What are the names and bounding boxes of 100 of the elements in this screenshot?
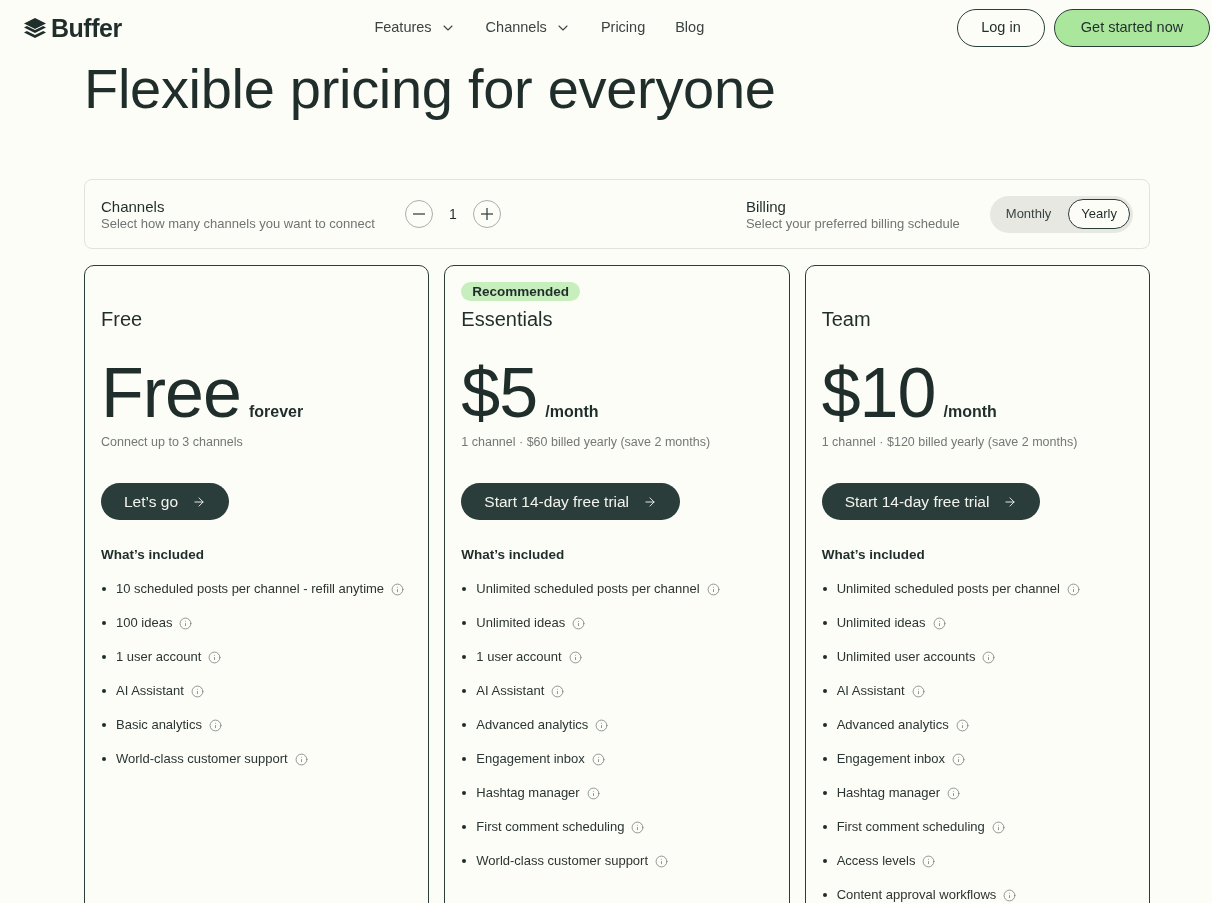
arrow-right-icon — [643, 494, 658, 509]
bullet-icon — [822, 825, 827, 829]
info-icon[interactable] — [595, 718, 609, 732]
info-icon[interactable] — [955, 718, 969, 732]
plan-price: $5 — [461, 362, 538, 424]
info-icon[interactable] — [947, 786, 960, 800]
bullet-icon — [102, 621, 106, 625]
bullet-icon — [822, 859, 827, 863]
feature-text: AI Assistant — [836, 682, 905, 701]
included-heading: What’s included — [461, 547, 565, 563]
billing-option[interactable]: Yearly — [1068, 199, 1130, 229]
feature-text: AI Assistant — [476, 682, 545, 701]
plan-note: 1 channel · $60 billed yearly (save 2 months) — [461, 435, 711, 449]
channel-count: 1 — [448, 204, 458, 224]
bullet-icon — [462, 825, 467, 829]
bullet-icon — [102, 757, 106, 761]
feature-text: Unlimited user accounts — [836, 648, 976, 667]
plan-price: $10 — [821, 362, 936, 424]
info-icon[interactable] — [591, 752, 605, 766]
channels-label: Channels — [101, 196, 166, 216]
billing-label: Billing — [745, 196, 787, 216]
included-heading: What’s included — [821, 547, 925, 563]
bullet-icon — [462, 655, 467, 659]
feature-text: Unlimited ideas — [476, 614, 566, 633]
info-icon[interactable] — [631, 820, 645, 834]
get-started-button[interactable]: Get started now — [1054, 9, 1210, 47]
feature-text: Unlimited scheduled posts per channel — [476, 580, 700, 599]
nav-link[interactable]: Blog — [675, 17, 705, 39]
decrement-button[interactable] — [404, 200, 433, 228]
plan-cta-button[interactable]: Let’s go — [101, 483, 229, 520]
minus-icon — [404, 200, 433, 228]
bullet-icon — [822, 621, 827, 625]
increment-button[interactable] — [472, 200, 501, 228]
login-button[interactable]: Log in — [957, 9, 1045, 47]
feature-text: Advanced analytics — [476, 716, 589, 735]
logo-wordmark[interactable]: Buffer — [51, 13, 122, 43]
bullet-icon — [822, 655, 827, 659]
feature-text: 1 user account — [116, 648, 202, 667]
bullet-icon — [462, 791, 467, 795]
arrow-right-icon — [192, 494, 206, 509]
info-icon[interactable] — [706, 582, 720, 596]
feature-text: First comment scheduling — [836, 818, 985, 837]
bullet-icon — [822, 893, 827, 897]
price-period: /month — [545, 402, 599, 422]
bullet-icon — [822, 723, 827, 727]
info-icon[interactable] — [209, 718, 222, 732]
feature-text: Unlimited scheduled posts per channel — [836, 580, 1060, 599]
bullet-icon — [102, 723, 106, 727]
feature-text: Unlimited ideas — [836, 614, 926, 633]
feature-text: Access levels — [836, 852, 916, 871]
info-icon[interactable] — [1003, 888, 1017, 902]
bullet-icon — [462, 723, 467, 727]
billing-description: Select your preferred billing schedule — [745, 215, 960, 232]
info-icon[interactable] — [655, 854, 669, 868]
feature-text: Engagement inbox — [476, 750, 585, 769]
info-icon[interactable] — [952, 752, 966, 766]
info-icon[interactable] — [932, 616, 946, 630]
feature-text: AI Assistant — [116, 682, 184, 701]
feature-text: Hashtag manager — [836, 784, 940, 803]
bullet-icon — [102, 689, 106, 693]
billing-option[interactable]: Monthly — [992, 199, 1065, 229]
info-icon[interactable] — [179, 616, 193, 630]
info-icon[interactable] — [911, 684, 925, 698]
info-icon[interactable] — [190, 684, 204, 698]
info-icon[interactable] — [1066, 582, 1080, 596]
plan-cta-button[interactable]: Start 14-day free trial — [461, 483, 681, 520]
info-icon[interactable] — [572, 616, 586, 630]
feature-text: Basic analytics — [116, 716, 202, 735]
info-icon[interactable] — [208, 650, 222, 664]
bullet-icon — [822, 757, 827, 761]
info-icon[interactable] — [922, 854, 936, 868]
nav-link[interactable]: Pricing — [600, 17, 646, 39]
bullet-icon — [462, 621, 467, 625]
plan-cta-button[interactable]: Start 14-day free trial — [821, 483, 1041, 520]
feature-text: World-class customer support — [476, 852, 649, 871]
channels-description: Select how many channels you want to connect — [101, 215, 375, 232]
info-icon[interactable] — [982, 650, 996, 664]
plus-icon — [472, 200, 501, 228]
bullet-icon — [462, 859, 467, 863]
feature-text: Engagement inbox — [836, 750, 946, 769]
info-icon[interactable] — [568, 650, 582, 664]
nav-link[interactable]: Features — [374, 17, 456, 39]
bullet-icon — [462, 689, 467, 693]
plan-name: Free — [101, 307, 143, 331]
info-icon[interactable] — [391, 582, 405, 596]
bullet-icon — [462, 587, 467, 591]
plan-name: Essentials — [461, 307, 553, 331]
plan-price: Free — [101, 362, 241, 424]
included-heading: What’s included — [101, 547, 204, 563]
nav-link[interactable]: Channels — [485, 17, 571, 39]
feature-text: World-class customer support — [116, 750, 288, 769]
info-icon[interactable] — [586, 786, 600, 800]
info-icon[interactable] — [551, 684, 565, 698]
plan-name: Team — [821, 307, 871, 331]
info-icon[interactable] — [991, 820, 1005, 834]
stacked-layers-logo-icon — [24, 18, 46, 38]
feature-text: 100 ideas — [116, 614, 173, 633]
arrow-right-icon — [1003, 494, 1018, 509]
feature-text: 1 user account — [476, 648, 562, 667]
info-icon[interactable] — [294, 752, 308, 766]
